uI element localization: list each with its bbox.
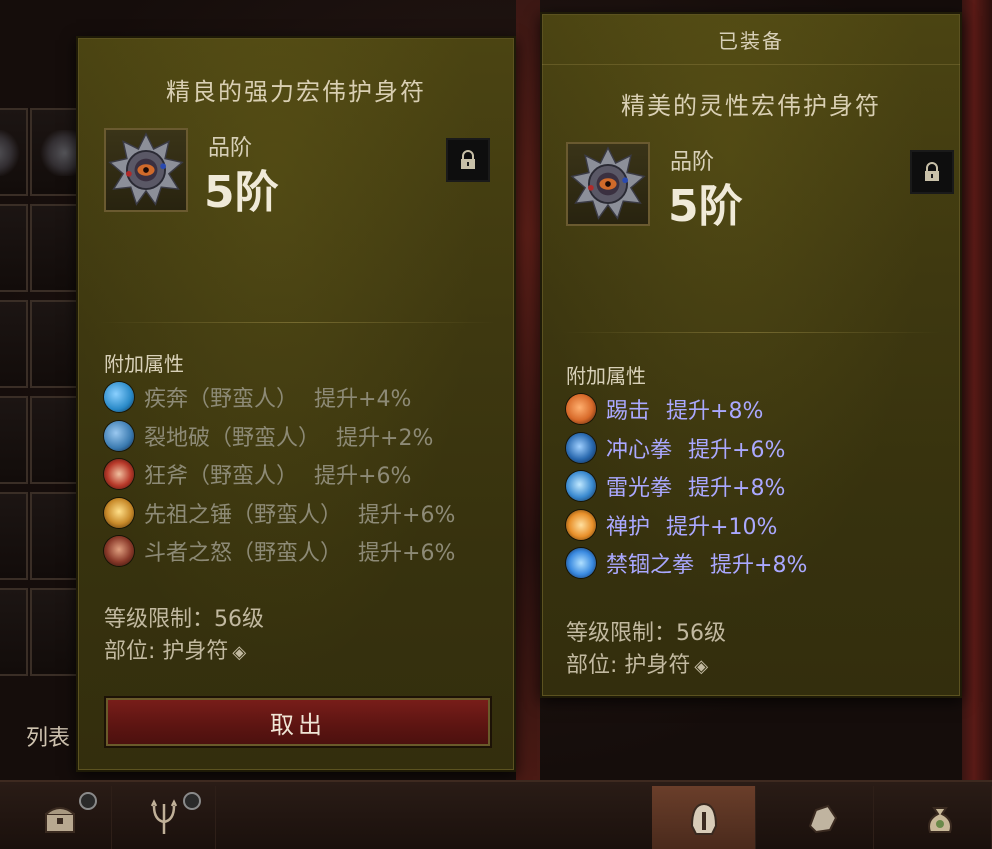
item-tooltip-selected: 精良的强力宏伟护身符 品阶 5阶 附加属性 疾奔（野蛮人） 提升+4% 裂地破（… (76, 36, 516, 772)
affix-name: 裂地破（野蛮人） (144, 425, 321, 451)
treasure-chest-icon (44, 806, 75, 833)
affix-row: 先祖之锤（野蛮人） 提升+6% (104, 494, 455, 533)
inventory-slot[interactable] (0, 108, 28, 196)
affix-row: 禁锢之拳 提升+8% (566, 544, 807, 583)
affix-bonus: 提升+6% (314, 464, 412, 490)
affix-bonus: 提升+6% (358, 502, 456, 528)
timer-badge-icon (183, 792, 201, 810)
list-label[interactable]: 列表 (26, 720, 70, 752)
affix-bonus: 提升+8% (688, 476, 786, 502)
inventory-slot[interactable] (0, 204, 28, 292)
affix-row: 禅护 提升+10% (566, 506, 807, 545)
tab-trident[interactable] (112, 786, 216, 849)
affix-row: 踢击 提升+8% (566, 390, 807, 429)
heart-punch-skill-icon (566, 432, 596, 463)
thunder-fist-skill-icon (566, 471, 596, 502)
decorative-border (516, 0, 540, 780)
item-title: 精良的强力宏伟护身符 (166, 78, 426, 106)
affix-bonus: 提升+6% (688, 437, 786, 463)
level-requirement: 等级限制：56级 (566, 621, 726, 646)
kick-skill-icon (566, 394, 596, 425)
bottom-tab-bar (0, 780, 992, 849)
affix-row: 疾奔（野蛮人） 提升+4% (104, 378, 455, 417)
affix-bonus: 提升+8% (666, 399, 764, 425)
inventory-slot[interactable] (0, 396, 28, 484)
tier-value: 5阶 (668, 181, 743, 232)
affix-header: 附加属性 (104, 352, 184, 376)
affix-bonus: 提升+10% (666, 514, 778, 540)
lock-icon[interactable] (446, 138, 490, 182)
frenzy-skill-icon (104, 459, 134, 490)
affix-row: 斗者之怒（野蛮人） 提升+6% (104, 532, 455, 571)
sprint-skill-icon (104, 382, 134, 413)
divider (562, 332, 940, 333)
tab-money-bag[interactable] (888, 786, 992, 849)
affix-name: 禁锢之拳 (606, 553, 695, 579)
lock-icon[interactable] (910, 150, 954, 194)
affix-row: 狂斧（野蛮人） 提升+6% (104, 455, 455, 494)
trident-icon (150, 798, 177, 834)
inventory-slot[interactable] (0, 588, 28, 676)
item-slot: 部位: 护身符 (104, 639, 229, 664)
equipped-header: 已装备 (542, 14, 960, 65)
amulet-slot-icon: ◈ (232, 642, 247, 663)
tab-ore[interactable] (770, 786, 874, 849)
ore-icon (808, 804, 837, 833)
helmet-icon (690, 802, 717, 835)
binding-fist-skill-icon (566, 548, 596, 579)
wrath-skill-icon (104, 536, 134, 567)
amulet-icon (566, 142, 650, 226)
affix-name: 斗者之怒（野蛮人） (144, 541, 343, 567)
earthquake-skill-icon (104, 420, 134, 451)
divider (98, 322, 494, 323)
amulet-thumbnail (0, 130, 22, 176)
tier-value: 5阶 (204, 167, 279, 218)
affix-name: 冲心拳 (606, 437, 673, 463)
hammer-skill-icon (104, 497, 134, 528)
inventory-slot[interactable] (0, 300, 28, 388)
affix-name: 雷光拳 (606, 476, 673, 502)
tab-treasure-chest[interactable] (8, 786, 112, 849)
affix-row: 裂地破（野蛮人） 提升+2% (104, 417, 455, 456)
affix-row: 冲心拳 提升+6% (566, 429, 807, 468)
affix-bonus: 提升+4% (314, 387, 412, 413)
affix-bonus: 提升+8% (710, 553, 808, 579)
affix-name: 狂斧（野蛮人） (144, 464, 299, 490)
item-footer: 等级限制：56级 部位: 护身符 ◈ (104, 604, 264, 669)
item-tooltip-equipped: 已装备 精美的灵性宏伟护身符 品阶 5阶 附加属性 踢击 提升+8% 冲心拳 提… (540, 12, 962, 698)
amulet-icon (104, 128, 188, 212)
affix-list: 疾奔（野蛮人） 提升+4% 裂地破（野蛮人） 提升+2% 狂斧（野蛮人） 提升+… (104, 378, 455, 571)
affix-row: 雷光拳 提升+8% (566, 467, 807, 506)
affix-list: 踢击 提升+8% 冲心拳 提升+6% 雷光拳 提升+8% 禅护 提升+10% 禁… (566, 390, 807, 583)
item-slot-row: 部位: 护身符 ◈ (104, 636, 264, 669)
take-out-button[interactable]: 取出 (104, 696, 492, 748)
affix-name: 疾奔（野蛮人） (144, 387, 299, 413)
affix-name: 踢击 (606, 399, 651, 425)
timer-badge-icon (79, 792, 97, 810)
item-slot: 部位: 护身符 (566, 653, 691, 678)
zen-guard-skill-icon (566, 509, 596, 540)
item-title: 精美的灵性宏伟护身符 (621, 92, 881, 120)
affix-name: 禅护 (606, 514, 651, 540)
tab-helmet[interactable] (652, 786, 756, 849)
affix-bonus: 提升+6% (358, 541, 456, 567)
level-requirement: 等级限制：56级 (104, 607, 264, 632)
amulet-slot-icon: ◈ (694, 656, 709, 677)
decorative-border (962, 0, 992, 780)
affix-name: 先祖之锤（野蛮人） (144, 502, 343, 528)
item-slot-row: 部位: 护身符 ◈ (566, 650, 726, 683)
affix-header: 附加属性 (566, 364, 646, 388)
money-bag-icon (927, 806, 952, 833)
item-footer: 等级限制：56级 部位: 护身符 ◈ (566, 618, 726, 683)
affix-bonus: 提升+2% (336, 425, 434, 451)
inventory-slot[interactable] (0, 492, 28, 580)
